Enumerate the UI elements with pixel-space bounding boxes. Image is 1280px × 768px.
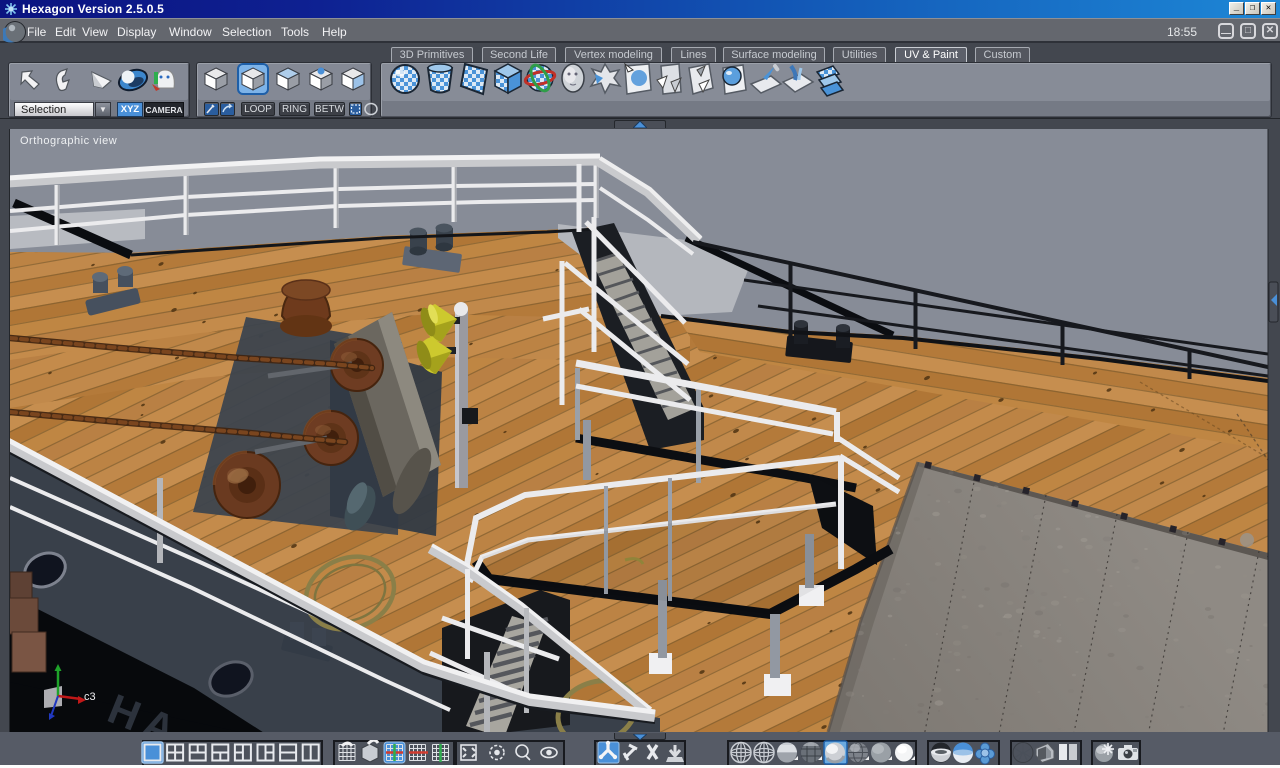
svg-text:Orthographic view: Orthographic view [20,135,117,147]
svg-text:c3: c3 [84,691,96,703]
